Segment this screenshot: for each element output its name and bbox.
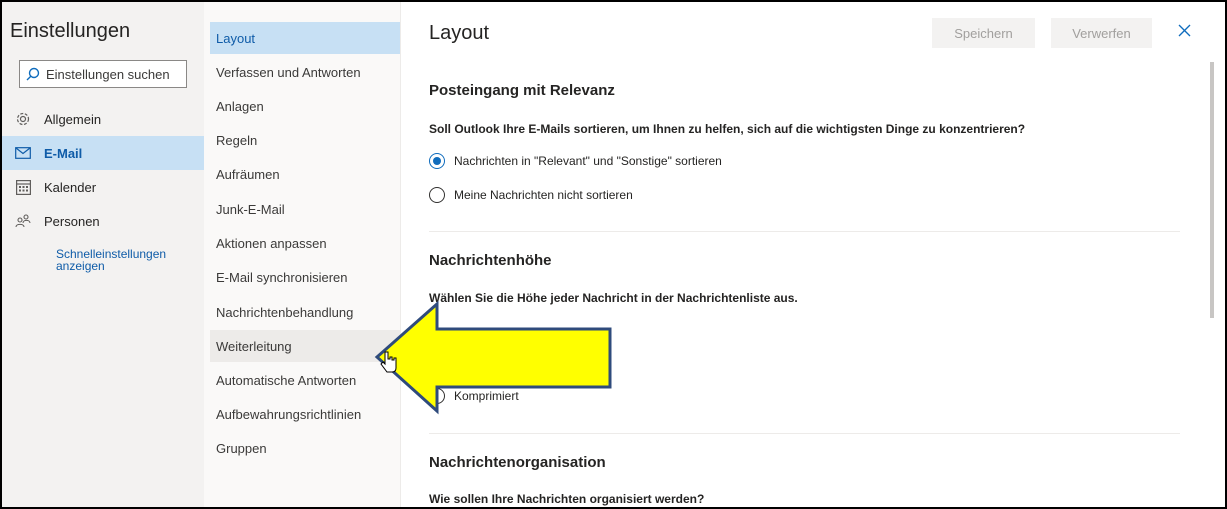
- mid-item-regeln[interactable]: Regeln: [210, 124, 400, 156]
- section-question: Soll Outlook Ihre E-Mails sortieren, um …: [429, 122, 1026, 136]
- calendar-icon: [2, 179, 44, 195]
- nav-item-label: Allgemein: [44, 111, 102, 127]
- mid-item-aktionen[interactable]: Aktionen anpassen: [210, 227, 400, 259]
- app-title: Einstellungen: [10, 20, 131, 42]
- section-heading-relevanz: Posteingang mit Relevanz: [429, 82, 615, 99]
- divider: [429, 231, 1180, 232]
- settings-search-box[interactable]: Einstellungen suchen: [19, 60, 187, 88]
- nav-item-allgemein[interactable]: Allgemein: [2, 102, 204, 136]
- mid-item-gruppen[interactable]: Gruppen: [210, 432, 400, 464]
- nav-item-personen[interactable]: Personen: [2, 204, 204, 238]
- mid-item-junk[interactable]: Junk-E-Mail: [210, 193, 400, 225]
- mid-item-synchronisieren[interactable]: E-Mail synchronisieren: [210, 261, 400, 293]
- email-settings-nav: Layout Verfassen und Antworten Anlagen R…: [204, 2, 401, 507]
- nav-item-label: E-Mail: [44, 145, 83, 161]
- search-icon: [20, 67, 46, 81]
- mid-item-aufraeumen[interactable]: Aufräumen: [210, 158, 400, 190]
- radio-label: Komprimiert: [454, 389, 519, 403]
- divider: [429, 433, 1180, 434]
- mid-item-automatische-antworten[interactable]: Automatische Antworten: [210, 364, 400, 396]
- radio-label: Nachrichten in "Relevant" und "Sonstige"…: [454, 154, 722, 168]
- mid-item-layout[interactable]: Layout: [210, 22, 400, 54]
- nav-item-label: Kalender: [44, 179, 97, 195]
- mid-item-aufbewahrung[interactable]: Aufbewahrungsrichtlinien: [210, 398, 400, 430]
- mid-item-verfassen[interactable]: Verfassen und Antworten: [210, 56, 400, 88]
- radio-option-komprimiert[interactable]: Komprimiert: [429, 388, 519, 404]
- radio-button[interactable]: [429, 187, 445, 203]
- layout-settings-pane: Layout Speichern Verwerfen Posteingang m…: [401, 2, 1223, 507]
- scrollbar[interactable]: [1210, 62, 1214, 318]
- gear-icon: [2, 111, 44, 127]
- search-label: Einstellungen suchen: [46, 66, 170, 82]
- section-question: Wählen Sie die Höhe jeder Nachricht in d…: [429, 291, 798, 305]
- quick-settings-link[interactable]: Schnelleinstellungen anzeigen: [56, 248, 196, 272]
- radio-option-sortieren[interactable]: Nachrichten in "Relevant" und "Sonstige"…: [429, 153, 722, 169]
- nav-item-email[interactable]: E-Mail: [2, 136, 204, 170]
- people-icon: [2, 213, 44, 229]
- radio-option-nicht-sortieren[interactable]: Meine Nachrichten nicht sortieren: [429, 187, 633, 203]
- radio-button[interactable]: [429, 388, 445, 404]
- settings-window: Einstellungen Einstellungen suchen Allge…: [0, 0, 1227, 509]
- section-heading-nachrichtenhoehe: Nachrichtenhöhe: [429, 252, 552, 269]
- nav-item-kalender[interactable]: Kalender: [2, 170, 204, 204]
- radio-button-checked[interactable]: [429, 153, 445, 169]
- mid-item-weiterleitung[interactable]: Weiterleitung: [210, 330, 400, 362]
- save-button[interactable]: Speichern: [932, 18, 1035, 48]
- section-heading-organisation: Nachrichtenorganisation: [429, 454, 606, 471]
- radio-label: Meine Nachrichten nicht sortieren: [454, 188, 633, 202]
- settings-left-nav: Einstellungen Einstellungen suchen Allge…: [2, 2, 204, 507]
- mid-item-nachrichtenbehandlung[interactable]: Nachrichtenbehandlung: [210, 296, 400, 328]
- discard-button[interactable]: Verwerfen: [1051, 18, 1152, 48]
- nav-item-label: Personen: [44, 213, 100, 229]
- mid-item-anlagen[interactable]: Anlagen: [210, 90, 400, 122]
- close-icon: [1178, 24, 1191, 42]
- page-title: Layout: [429, 22, 490, 44]
- close-button[interactable]: [1169, 18, 1199, 48]
- section-question: Wie sollen Ihre Nachrichten organisiert …: [429, 492, 705, 506]
- mail-icon: [2, 147, 44, 159]
